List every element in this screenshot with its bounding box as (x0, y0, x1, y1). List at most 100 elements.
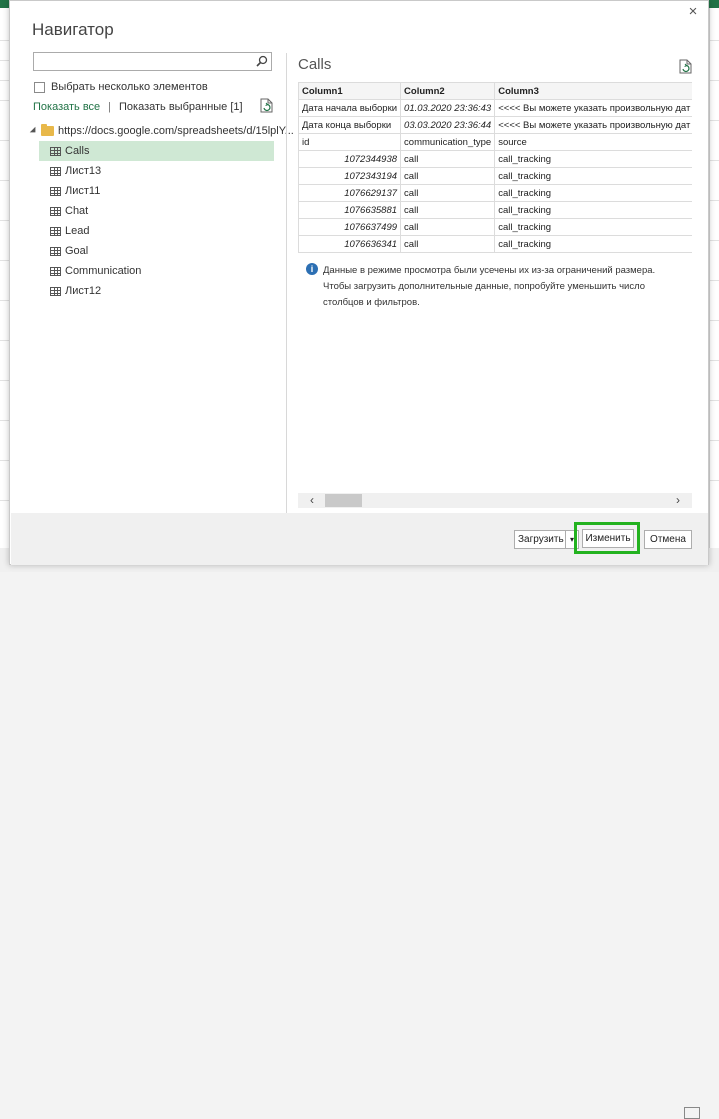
multi-select-checkbox[interactable] (34, 81, 45, 93)
table-cell: call (400, 201, 496, 219)
table-cell: source (494, 133, 692, 151)
table-cell: call (400, 235, 496, 253)
preview-table: Column1 Column2 Column3 Дата начала выбо… (298, 82, 692, 253)
tree-item-communication[interactable]: Communication (39, 261, 274, 281)
tree-item-label: Лист11 (65, 185, 101, 197)
folder-icon (41, 124, 54, 136)
search-input[interactable] (33, 52, 272, 71)
table-header-row: Column1 Column2 Column3 (298, 82, 692, 100)
table-cell: call (400, 167, 496, 185)
tree-item-label: Лист12 (65, 285, 102, 297)
table-cell: call_tracking (494, 184, 692, 202)
table-cell: id (298, 133, 402, 151)
table-cell: call (400, 184, 496, 202)
table-icon (50, 206, 61, 216)
preview-title: Calls (298, 56, 332, 73)
dialog-footer: Загрузить ▾ Изменить Отмена (11, 513, 708, 565)
table-icon (50, 226, 61, 236)
table-icon (50, 146, 61, 156)
table-cell: call (400, 150, 496, 168)
table-cell: 03.03.2020 23:36:44 (400, 116, 496, 134)
scroll-left-icon[interactable]: ‹ (306, 493, 318, 508)
table-cell: 01.03.2020 23:36:43 (400, 99, 496, 117)
table-cell: call_tracking (494, 218, 692, 236)
table-icon (50, 166, 61, 176)
horizontal-scrollbar[interactable]: ‹ › (298, 493, 692, 508)
table-row: Дата конца выборки 03.03.2020 23:36:44 <… (298, 116, 692, 134)
table-row: 1072344938 call call_tracking (298, 150, 692, 168)
tree-item-calls[interactable]: Calls (39, 141, 274, 161)
table-cell: call (400, 218, 496, 236)
truncation-notice: Данные в режиме просмотра были усечены и… (323, 263, 693, 311)
expand-arrow-icon[interactable] (29, 126, 39, 136)
preview-grid[interactable]: Column1 Column2 Column3 Дата начала выбо… (298, 82, 692, 253)
table-row: 1076629137 call call_tracking (298, 184, 692, 202)
table-cell: 1076629137 (298, 184, 402, 202)
notice-line: Данные в режиме просмотра были усечены и… (323, 265, 656, 276)
page-layout-icon[interactable] (684, 1107, 700, 1119)
column-header[interactable]: Column3 (494, 82, 692, 100)
table-cell: 1076635881 (298, 201, 402, 219)
table-row: Дата начала выборки 01.03.2020 23:36:43 … (298, 99, 692, 117)
notice-line: Чтобы загрузить дополнительные данные, п… (323, 281, 646, 292)
show-selected-link[interactable]: Показать выбранные [1] (119, 101, 243, 113)
table-row: id communication_type source (298, 133, 692, 151)
table-cell: call_tracking (494, 201, 692, 219)
table-row: 1076636341 call call_tracking (298, 235, 692, 253)
dialog-title: Навигатор (32, 20, 114, 39)
show-all-link[interactable]: Показать все (33, 101, 100, 113)
tree-root-source[interactable]: https://docs.google.com/spreadsheets/d/1… (29, 124, 294, 138)
table-cell: Дата начала выборки (298, 99, 402, 117)
source-url: https://docs.google.com/spreadsheets/d/1… (58, 125, 294, 137)
table-icon (50, 286, 61, 296)
tree-item-label: Chat (65, 205, 89, 217)
links-separator: | (108, 101, 112, 113)
cancel-button[interactable]: Отмена (644, 530, 692, 549)
close-icon[interactable]: × (683, 3, 703, 21)
table-cell: 1076636341 (298, 235, 402, 253)
tree-item-list11[interactable]: Лист11 (39, 181, 274, 201)
table-cell: call_tracking (494, 150, 692, 168)
tree-items: Calls Лист13 Лист11 Chat Lead Goal Commu… (39, 141, 274, 301)
tree-item-label: Lead (65, 225, 90, 237)
notice-line: столбцов и фильтров. (323, 297, 420, 308)
edit-button[interactable]: Изменить (582, 529, 634, 548)
multi-select-label: Выбрать несколько элементов (51, 81, 208, 93)
tree-item-label: Communication (65, 265, 142, 277)
table-row: 1076637499 call call_tracking (298, 218, 692, 236)
table-cell: <<<< Вы можете указать произвольную дат (494, 116, 692, 134)
refresh-icon[interactable] (260, 98, 273, 113)
info-icon: i (306, 263, 318, 275)
table-cell: <<<< Вы можете указать произвольную дат (494, 99, 692, 117)
multi-select-option[interactable]: Выбрать несколько элементов (34, 80, 208, 94)
refresh-preview-icon[interactable] (679, 59, 692, 74)
scroll-right-icon[interactable]: › (672, 493, 684, 508)
table-cell: call_tracking (494, 167, 692, 185)
tree-item-label: Лист13 (65, 165, 102, 177)
table-icon (50, 266, 61, 276)
pane-divider[interactable] (286, 53, 287, 513)
column-header[interactable]: Column2 (400, 82, 496, 100)
excel-right-cells (709, 8, 719, 572)
table-cell: 1072344938 (298, 150, 402, 168)
column-header[interactable]: Column1 (298, 82, 402, 100)
table-cell: 1076637499 (298, 218, 402, 236)
tree-item-list12[interactable]: Лист12 (39, 281, 274, 301)
tree-item-label: Goal (65, 245, 89, 257)
tree-item-list13[interactable]: Лист13 (39, 161, 274, 181)
navigator-dialog: Навигатор × Выбрать несколько элементов … (9, 0, 709, 565)
scroll-thumb[interactable] (325, 494, 362, 507)
table-cell: call_tracking (494, 235, 692, 253)
view-filter-links: Показать все | Показать выбранные [1] (33, 100, 243, 114)
table-icon (50, 186, 61, 196)
tree-item-lead[interactable]: Lead (39, 221, 274, 241)
table-icon (50, 246, 61, 256)
search-icon[interactable] (256, 55, 268, 67)
table-cell: communication_type (400, 133, 496, 151)
load-button[interactable]: Загрузить (514, 530, 566, 549)
table-cell: Дата конца выборки (298, 116, 402, 134)
tree-item-chat[interactable]: Chat (39, 201, 274, 221)
table-row: 1072343194 call call_tracking (298, 167, 692, 185)
table-cell: 1072343194 (298, 167, 402, 185)
tree-item-goal[interactable]: Goal (39, 241, 274, 261)
